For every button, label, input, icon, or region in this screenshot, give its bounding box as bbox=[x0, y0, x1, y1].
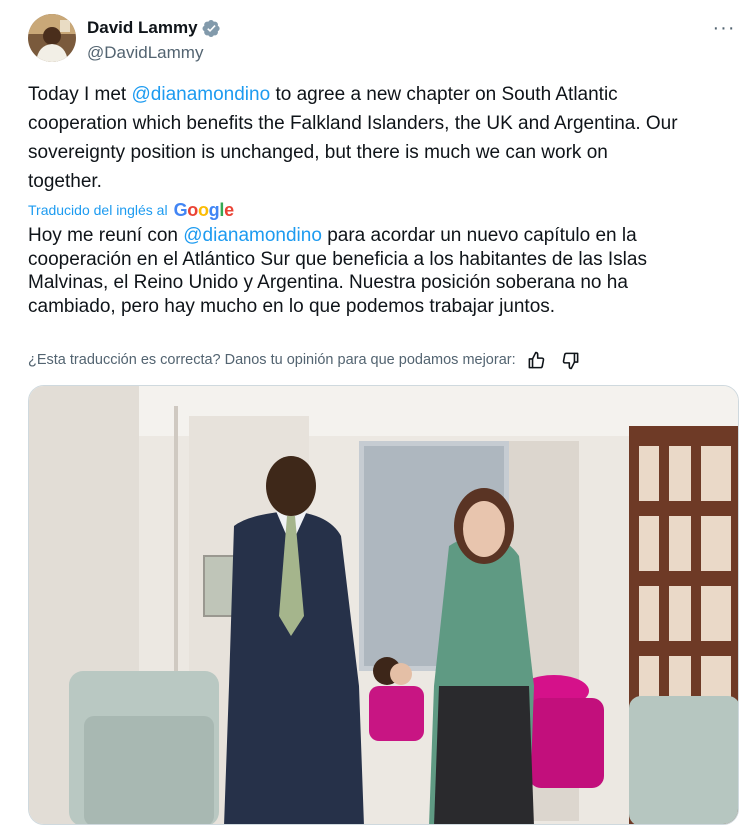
tweet-text-original: Today I met @dianamondino to agree a new… bbox=[28, 80, 740, 196]
translation-feedback: ¿Esta traducción es correcta? Danos tu o… bbox=[28, 346, 582, 374]
thumbs-down-icon[interactable] bbox=[560, 349, 582, 371]
thumbs-up-icon[interactable] bbox=[526, 349, 548, 371]
tweet-text-prefix: Today I met bbox=[28, 84, 132, 105]
tweet-photo[interactable] bbox=[28, 385, 739, 825]
google-logo: Google bbox=[173, 199, 235, 220]
mention-link[interactable]: @dianamondino bbox=[183, 225, 322, 246]
author-handle[interactable]: @DavidLammy bbox=[87, 42, 221, 64]
tweet-text-translation: Hoy me reuní con @dianamondino para acor… bbox=[28, 224, 740, 318]
translation-prefix: Hoy me reuní con bbox=[28, 225, 184, 246]
author-names: David Lammy @DavidLammy bbox=[87, 17, 221, 64]
verified-badge-icon[interactable] bbox=[202, 19, 221, 38]
tweet-card: David Lammy @DavidLammy ··· Today I met … bbox=[0, 0, 754, 825]
more-options-icon[interactable]: ··· bbox=[710, 17, 738, 39]
tweet-header: David Lammy @DavidLammy ··· bbox=[28, 14, 740, 66]
mention-link[interactable]: @dianamondino bbox=[132, 84, 271, 105]
translated-by-label: Traducido del inglés al bbox=[28, 202, 168, 218]
feedback-prompt: ¿Esta traducción es correcta? Danos tu o… bbox=[28, 352, 516, 368]
author-name[interactable]: David Lammy bbox=[87, 17, 198, 39]
avatar[interactable] bbox=[28, 14, 76, 62]
translated-by[interactable]: Traducido del inglés al Google bbox=[28, 198, 234, 222]
